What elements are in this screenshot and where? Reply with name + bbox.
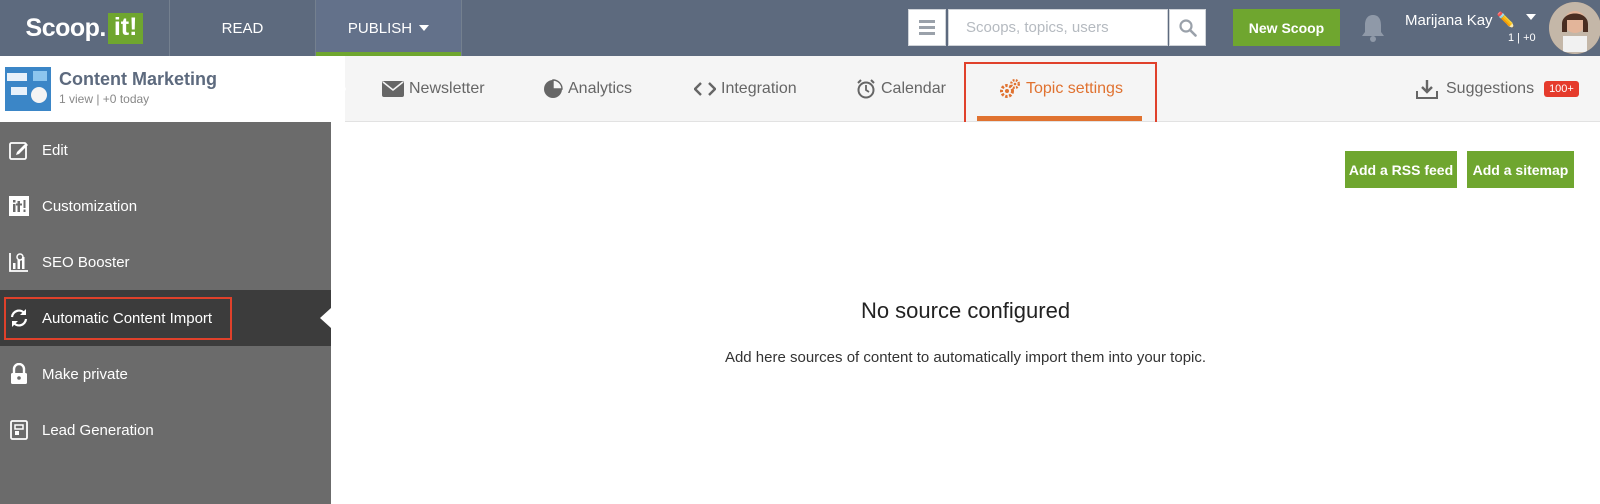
tab-integration-label: Integration bbox=[721, 80, 797, 97]
tab-integration[interactable]: Integration bbox=[694, 56, 797, 122]
sidebar-item-label: SEO Booster bbox=[42, 253, 130, 271]
sidebar-item-label: Customization bbox=[42, 197, 138, 215]
empty-state-description: Add here sources of content to automatic… bbox=[724, 349, 1207, 366]
notifications-bell-icon[interactable] bbox=[1358, 12, 1388, 44]
sidebar-item-make-private[interactable]: Make private bbox=[0, 346, 331, 402]
sidebar-item-lead-generation[interactable]: Lead Generation bbox=[0, 402, 331, 458]
sidebar-item-label: Make private bbox=[42, 365, 128, 383]
suggestions-button[interactable]: Suggestions 100+ bbox=[1416, 56, 1579, 122]
logo-box: it! bbox=[107, 12, 144, 44]
tab-calendar[interactable]: Calendar bbox=[856, 56, 946, 122]
lock-icon bbox=[8, 363, 30, 385]
sidebar-item-customization[interactable]: Customization bbox=[0, 178, 331, 234]
avatar[interactable] bbox=[1549, 2, 1600, 54]
sidebar-item-label: Lead Generation bbox=[42, 421, 154, 439]
suggestions-label: Suggestions bbox=[1446, 80, 1535, 97]
tab-topic-settings[interactable]: Topic settings bbox=[999, 56, 1123, 122]
empty-state-title: No source configured bbox=[860, 298, 1071, 323]
new-scoop-button[interactable]: New Scoop bbox=[1233, 9, 1340, 46]
seo-chart-icon bbox=[8, 251, 30, 273]
hamburger-line bbox=[919, 26, 935, 29]
pie-chart-icon bbox=[544, 79, 563, 98]
form-icon bbox=[8, 419, 30, 441]
search-icon bbox=[1178, 18, 1197, 37]
user-name-label: Marijana Kay bbox=[1405, 12, 1493, 29]
add-rss-feed-button[interactable]: Add a RSS feed bbox=[1345, 151, 1457, 188]
user-menu-chevron-icon[interactable] bbox=[1526, 14, 1536, 20]
chevron-down-icon bbox=[419, 25, 430, 31]
tab-analytics-label: Analytics bbox=[568, 80, 633, 97]
suggestions-badge: 100+ bbox=[1544, 81, 1579, 97]
new-scoop-label: New Scoop bbox=[1248, 19, 1325, 36]
add-sitemap-label: Add a sitemap bbox=[1472, 161, 1569, 178]
logo-text: Scoop. bbox=[25, 13, 107, 42]
envelope-icon bbox=[382, 81, 404, 97]
sidebar-item-seo-booster[interactable]: SEO Booster bbox=[0, 234, 331, 290]
topic-stats: 1 view | +0 today bbox=[59, 92, 150, 106]
nav-publish[interactable]: PUBLISH bbox=[316, 0, 462, 56]
user-stats: 1 | +0 bbox=[1508, 32, 1536, 44]
edit-icon bbox=[8, 139, 30, 161]
tab-newsletter[interactable]: Newsletter bbox=[382, 56, 485, 122]
search-input[interactable] bbox=[966, 19, 1167, 36]
sidebar-item-label: Edit bbox=[42, 141, 68, 159]
refresh-icon bbox=[8, 307, 30, 329]
tab-calendar-label: Calendar bbox=[881, 80, 946, 97]
scoopit-icon bbox=[8, 195, 30, 217]
pencil-icon: ✏️ bbox=[1496, 12, 1516, 29]
hamburger-line bbox=[919, 32, 935, 35]
sidebar-item-automatic-content-import[interactable]: Automatic Content Import bbox=[0, 290, 331, 346]
hamburger-icon bbox=[919, 20, 935, 23]
user-name[interactable]: Marijana Kay ✏️ bbox=[1405, 11, 1515, 29]
nav-publish-label: PUBLISH bbox=[347, 19, 413, 37]
add-sitemap-button[interactable]: Add a sitemap bbox=[1467, 151, 1574, 188]
add-rss-feed-label: Add a RSS feed bbox=[1348, 161, 1454, 178]
scoopit-logo[interactable]: Scoop. it! bbox=[0, 0, 170, 56]
search-button[interactable] bbox=[1169, 9, 1206, 46]
nav-read[interactable]: READ bbox=[170, 0, 316, 56]
sidebar-item-label: Automatic Content Import bbox=[42, 309, 213, 327]
topic-title[interactable]: Content Marketing bbox=[59, 69, 217, 90]
tab-newsletter-label: Newsletter bbox=[409, 80, 485, 97]
topic-thumbnail[interactable] bbox=[5, 67, 51, 111]
sidebar-item-edit[interactable]: Edit bbox=[0, 122, 331, 178]
topic-header-arrow bbox=[332, 56, 346, 122]
nav-read-label: READ bbox=[221, 19, 264, 37]
tab-topic-settings-label: Topic settings bbox=[1026, 80, 1123, 97]
hamburger-menu-button[interactable] bbox=[908, 9, 946, 46]
gears-icon bbox=[1000, 79, 1020, 98]
inbox-download-icon bbox=[1416, 80, 1438, 99]
tab-analytics[interactable]: Analytics bbox=[543, 56, 632, 122]
code-icon bbox=[694, 82, 716, 96]
active-tab-indicator bbox=[977, 116, 1142, 121]
alarm-clock-icon bbox=[857, 79, 875, 99]
search-field[interactable] bbox=[948, 9, 1168, 46]
